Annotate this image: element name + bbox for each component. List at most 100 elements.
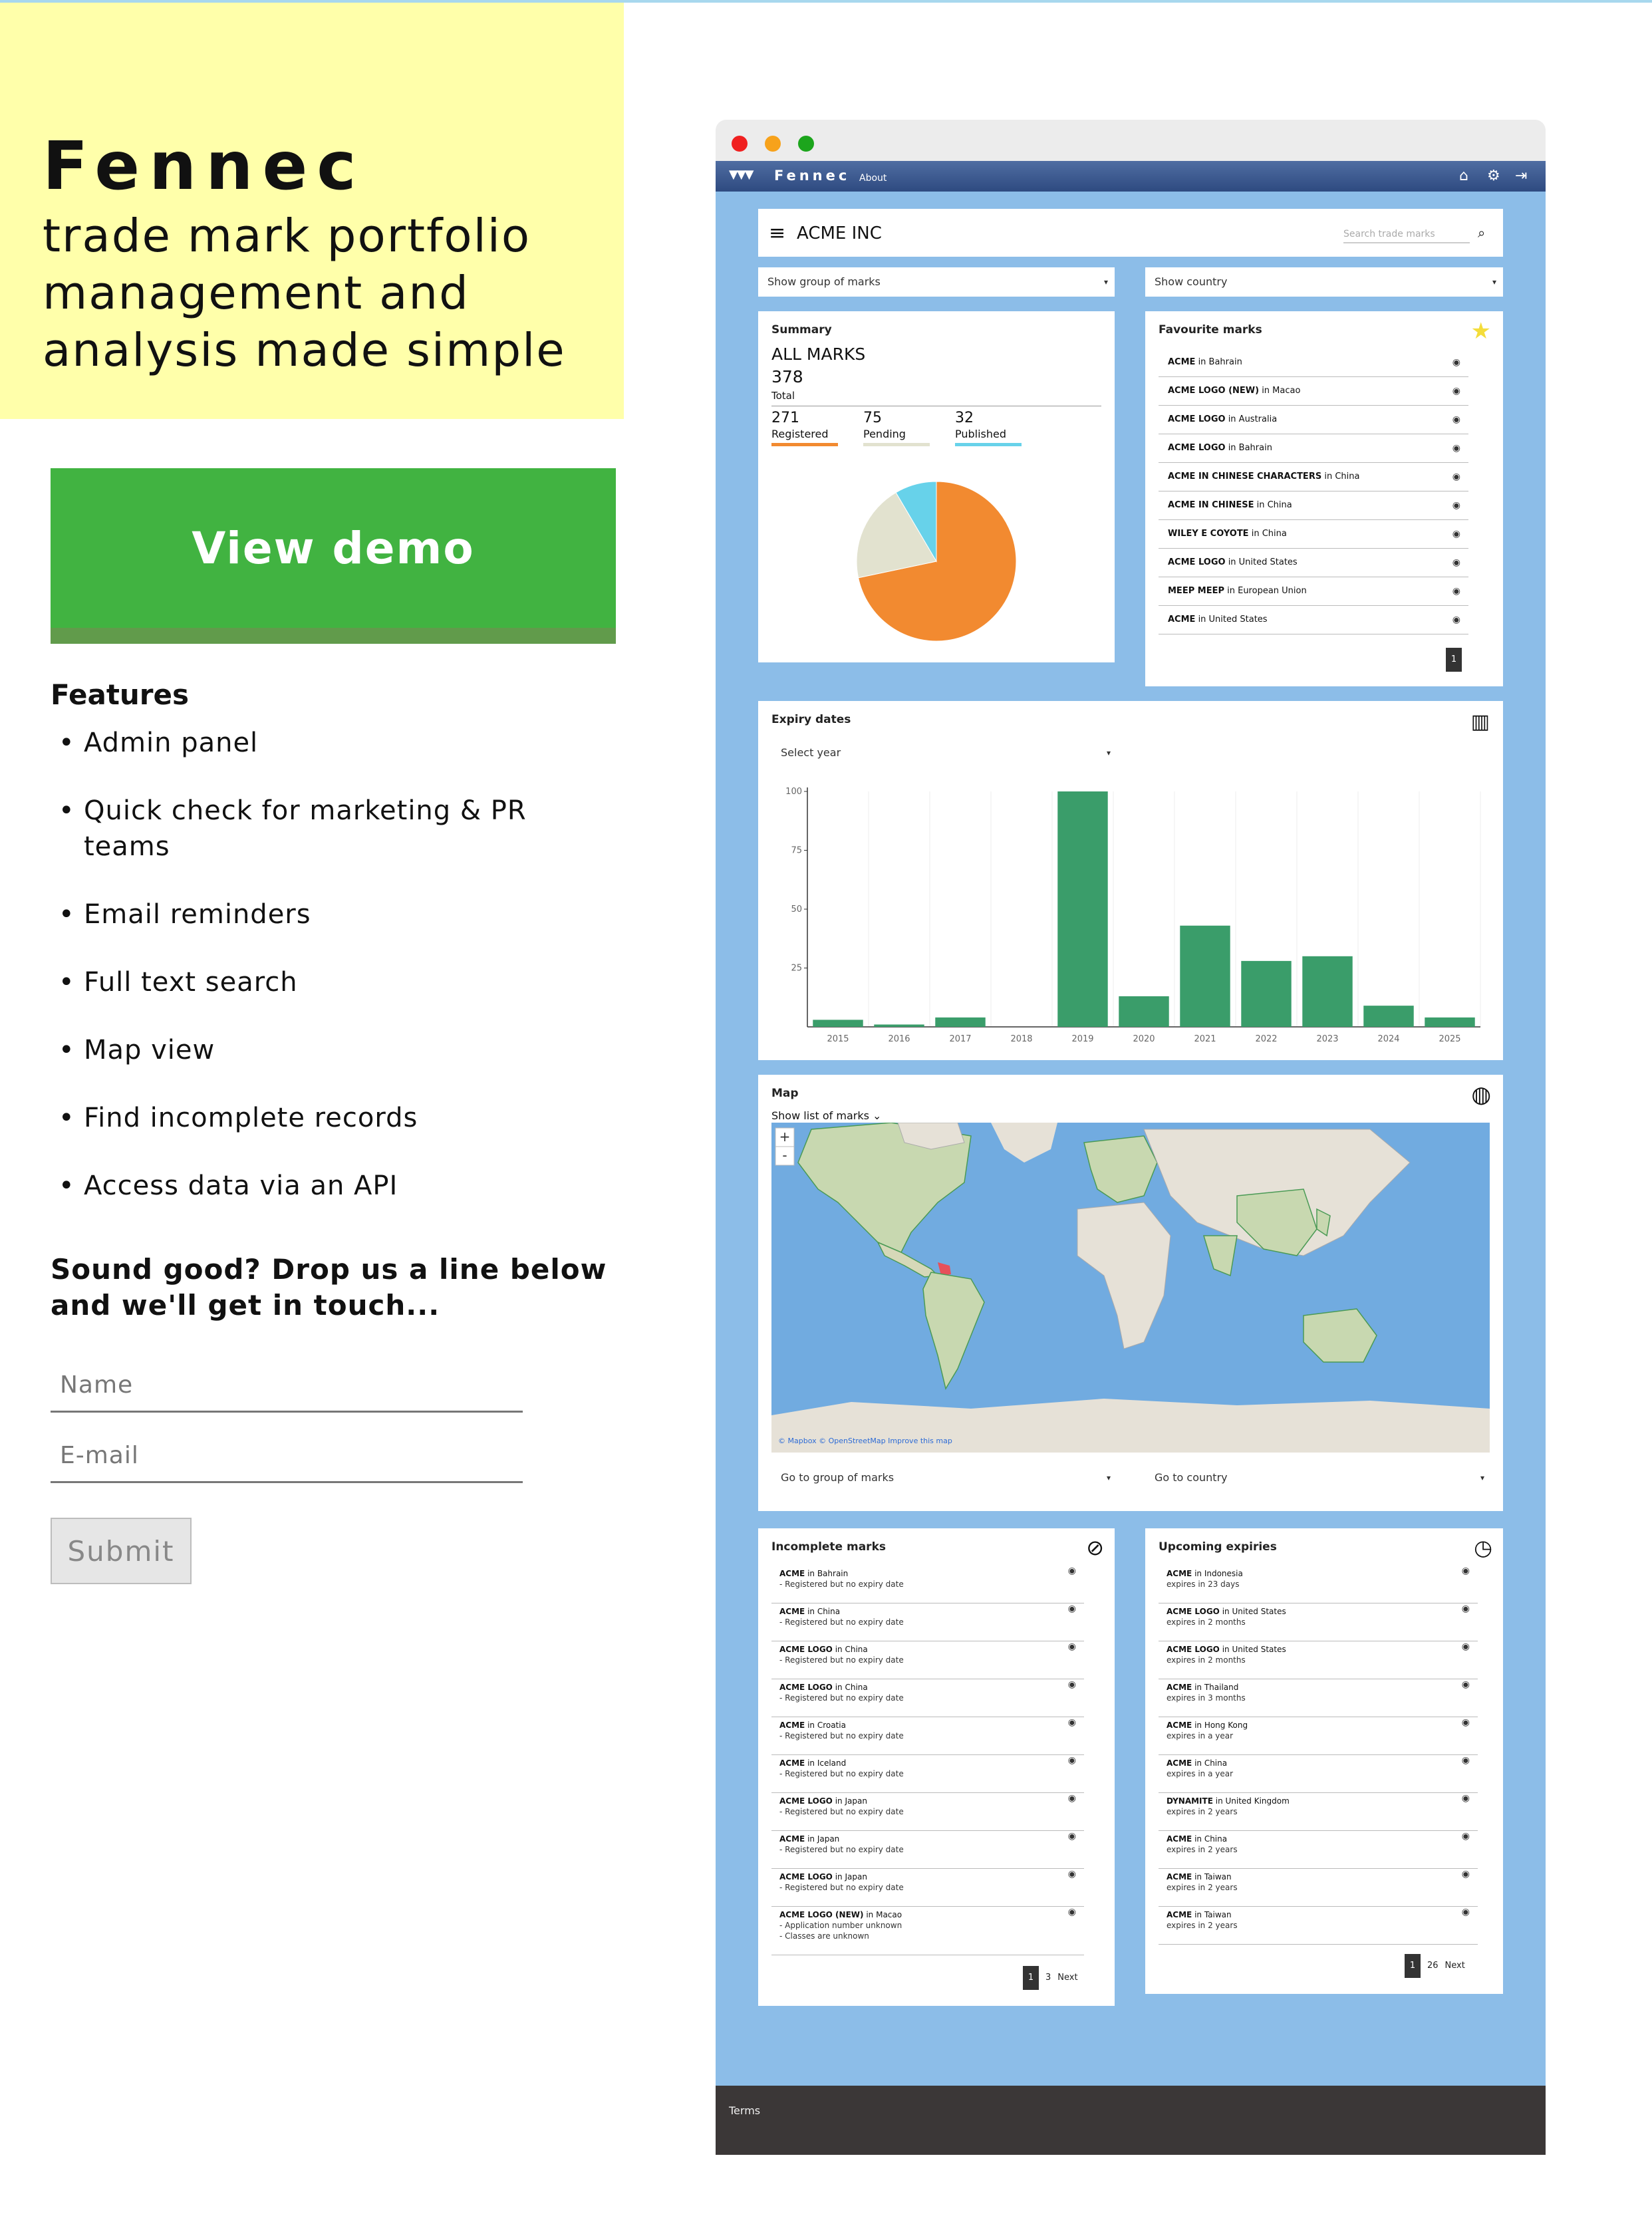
zoom-in-button[interactable]: + (779, 1129, 791, 1145)
search-icon[interactable]: ⌕ (1478, 225, 1485, 241)
page-button[interactable]: 1 (1446, 648, 1462, 672)
world-map[interactable]: + - © Mapbox © OpenStreetMap Improve thi… (771, 1123, 1490, 1453)
app-logo-text[interactable]: Fennec (774, 168, 850, 184)
eye-icon[interactable]: ◉ (1462, 1869, 1470, 1879)
incomplete-item[interactable]: ACME in Japan - Registered but no expiry … (771, 1831, 1084, 1869)
incomplete-item[interactable]: ACME LOGO in Japan - Registered but no ex… (771, 1869, 1084, 1907)
eye-icon[interactable]: ◉ (1462, 1755, 1470, 1766)
eye-icon[interactable]: ◉ (1068, 1717, 1076, 1728)
incomplete-item[interactable]: ACME in China - Registered but no expiry … (771, 1603, 1084, 1641)
eye-icon[interactable]: ◉ (1068, 1793, 1076, 1804)
incomplete-item[interactable]: ACME in Iceland - Registered but no expir… (771, 1755, 1084, 1793)
search-input[interactable]: Search trade marks (1343, 229, 1470, 243)
favourite-item[interactable]: ACME LOGO in United States ◉ (1159, 549, 1468, 577)
show-marks-toggle[interactable]: Show list of marks ⌄ (771, 1109, 881, 1122)
upcoming-item[interactable]: ACME in Thailand expires in 3 months ◉ (1159, 1679, 1478, 1717)
eye-icon[interactable]: ◉ (1462, 1831, 1470, 1842)
favourite-item[interactable]: WILEY E COYOTE in China ◉ (1159, 520, 1468, 549)
next-page-link[interactable]: Next (1057, 1973, 1077, 1983)
favourite-item[interactable]: ACME in United States ◉ (1159, 606, 1468, 634)
eye-icon[interactable]: ◉ (1462, 1566, 1470, 1576)
expiry-bar-2023[interactable] (1302, 956, 1353, 1027)
favourite-item[interactable]: ACME LOGO in Bahrain ◉ (1159, 434, 1468, 463)
eye-icon[interactable]: ◉ (1068, 1755, 1076, 1766)
page-button[interactable]: 1 (1405, 1954, 1421, 1978)
gear-icon[interactable]: ⚙ (1487, 168, 1500, 184)
eye-icon[interactable]: ◉ (1452, 463, 1460, 491)
upcoming-item[interactable]: ACME in China expires in a year ◉ (1159, 1755, 1478, 1793)
eye-icon[interactable]: ◉ (1452, 406, 1460, 434)
upcoming-item[interactable]: ACME in Indonesia expires in 23 days ◉ (1159, 1566, 1478, 1603)
eye-icon[interactable]: ◉ (1068, 1679, 1076, 1690)
expiry-bar-2025[interactable] (1425, 1017, 1475, 1027)
star-icon[interactable]: ★ (1471, 318, 1491, 345)
map-group-select[interactable]: Go to group of marks ▾ (771, 1463, 1117, 1492)
favourite-item[interactable]: ACME IN CHINESE CHARACTERS in China ◉ (1159, 463, 1468, 491)
eye-icon[interactable]: ◉ (1452, 348, 1460, 376)
expiry-bar-2019[interactable] (1057, 791, 1108, 1027)
eye-icon[interactable]: ◉ (1462, 1907, 1470, 1917)
incomplete-item[interactable]: ACME LOGO (NEW) in Macao - Application nu… (771, 1907, 1084, 1955)
group-select[interactable]: Show group of marks ▾ (758, 267, 1115, 297)
eye-icon[interactable]: ◉ (1068, 1566, 1076, 1576)
eye-icon[interactable]: ◉ (1462, 1603, 1470, 1614)
name-input[interactable] (51, 1359, 523, 1413)
eye-icon[interactable]: ◉ (1462, 1717, 1470, 1728)
eye-icon[interactable]: ◉ (1452, 434, 1460, 462)
eye-icon[interactable]: ◉ (1068, 1641, 1076, 1652)
eye-icon[interactable]: ◉ (1452, 491, 1460, 519)
zoom-out-button[interactable]: - (782, 1147, 787, 1163)
favourite-item[interactable]: ACME in Bahrain ◉ (1159, 348, 1468, 377)
expiry-bar-2015[interactable] (813, 1020, 863, 1027)
eye-icon[interactable]: ◉ (1068, 1907, 1076, 1917)
expiry-bar-2022[interactable] (1241, 960, 1292, 1027)
country-select[interactable]: Show country ▾ (1145, 267, 1503, 297)
email-input[interactable] (51, 1430, 523, 1483)
terms-link[interactable]: Terms (729, 2104, 760, 2117)
upcoming-item[interactable]: ACME LOGO in United States expires in 2 m… (1159, 1641, 1478, 1679)
eye-icon[interactable]: ◉ (1462, 1641, 1470, 1652)
expiry-bar-2020[interactable] (1119, 996, 1169, 1027)
incomplete-item[interactable]: ACME LOGO in Japan - Registered but no ex… (771, 1793, 1084, 1831)
nav-about-link[interactable]: About (859, 173, 887, 184)
eye-icon[interactable]: ◉ (1452, 549, 1460, 577)
expiry-bar-2016[interactable] (874, 1024, 924, 1027)
eye-icon[interactable]: ◉ (1068, 1869, 1076, 1879)
incomplete-item[interactable]: ACME LOGO in China - Registered but no ex… (771, 1641, 1084, 1679)
eye-icon[interactable]: ◉ (1068, 1831, 1076, 1842)
last-page-link[interactable]: 26 (1427, 1961, 1439, 1971)
upcoming-item[interactable]: ACME in Hong Kong expires in a year ◉ (1159, 1717, 1478, 1755)
upcoming-item[interactable]: ACME in Taiwan expires in 2 years ◉ (1159, 1907, 1478, 1945)
eye-icon[interactable]: ◉ (1452, 377, 1460, 405)
favourite-item[interactable]: ACME LOGO (NEW) in Macao ◉ (1159, 377, 1468, 406)
eye-icon[interactable]: ◉ (1068, 1603, 1076, 1614)
menu-icon[interactable]: ≡ (769, 223, 785, 243)
map-attribution[interactable]: © Mapbox © OpenStreetMap Improve this ma… (778, 1437, 952, 1445)
expiry-bar-2024[interactable] (1363, 1006, 1414, 1027)
next-page-link[interactable]: Next (1445, 1961, 1465, 1971)
upcoming-item[interactable]: DYNAMITE in United Kingdom expires in 2 y… (1159, 1793, 1478, 1831)
upcoming-item[interactable]: ACME in China expires in 2 years ◉ (1159, 1831, 1478, 1869)
home-icon[interactable]: ⌂ (1459, 168, 1468, 184)
logout-icon[interactable]: ⇥ (1515, 168, 1527, 184)
upcoming-item[interactable]: ACME in Taiwan expires in 2 years ◉ (1159, 1869, 1478, 1907)
expiry-bar-2017[interactable] (935, 1017, 986, 1027)
page-button[interactable]: 1 (1023, 1966, 1039, 1990)
eye-icon[interactable]: ◉ (1452, 577, 1460, 605)
clock-icon[interactable]: ◷ (1474, 1535, 1492, 1560)
favourite-item[interactable]: ACME IN CHINESE in China ◉ (1159, 491, 1468, 520)
incomplete-item[interactable]: ACME in Croatia - Registered but no expir… (771, 1717, 1084, 1755)
incomplete-item[interactable]: ACME in Bahrain - Registered but no expir… (771, 1566, 1084, 1603)
eye-icon[interactable]: ◉ (1462, 1679, 1470, 1690)
last-page-link[interactable]: 3 (1045, 1973, 1051, 1983)
favourite-item[interactable]: ACME LOGO in Australia ◉ (1159, 406, 1468, 434)
eye-icon[interactable]: ◉ (1452, 606, 1460, 634)
incomplete-item[interactable]: ACME LOGO in China - Registered but no ex… (771, 1679, 1084, 1717)
eye-icon[interactable]: ◉ (1462, 1793, 1470, 1804)
upcoming-item[interactable]: ACME LOGO in United States expires in 2 m… (1159, 1603, 1478, 1641)
favourite-item[interactable]: MEEP MEEP in European Union ◉ (1159, 577, 1468, 606)
submit-button[interactable]: Submit (51, 1518, 192, 1584)
blocked-icon[interactable]: ⊘ (1086, 1535, 1104, 1560)
globe-icon[interactable]: ◍ (1471, 1081, 1491, 1108)
expiry-bar-2021[interactable] (1180, 925, 1230, 1027)
